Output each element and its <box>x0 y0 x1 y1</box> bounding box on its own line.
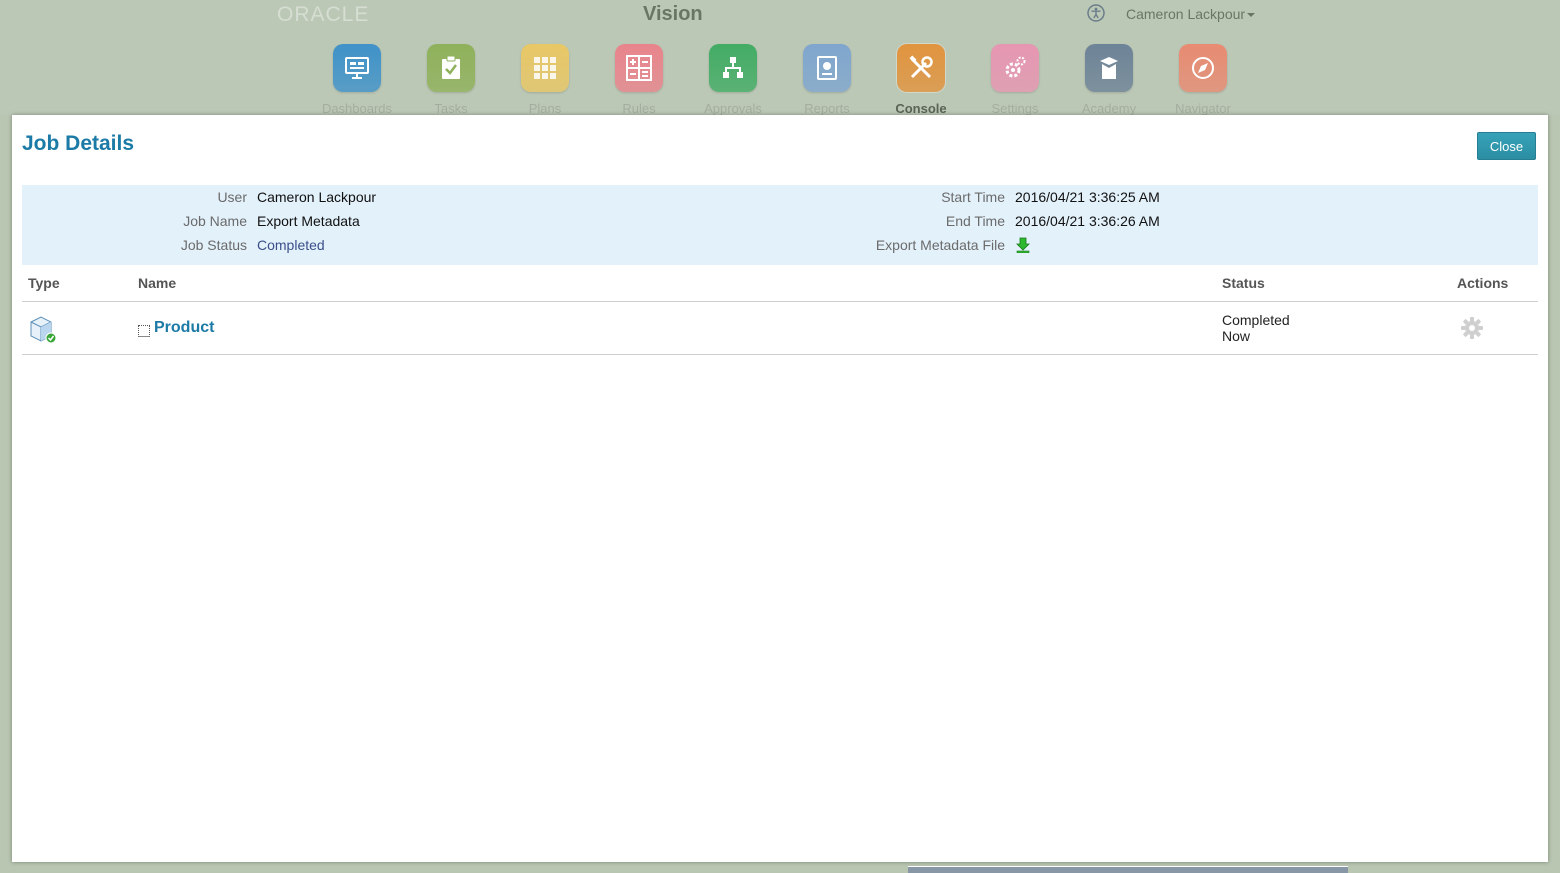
nav-label: Dashboards <box>321 101 393 116</box>
user-value: Cameron Lackpour <box>257 189 377 205</box>
accessibility-icon[interactable] <box>1087 4 1105 22</box>
close-button[interactable]: Close <box>1477 132 1536 160</box>
row-name-link[interactable]: Product <box>154 319 214 337</box>
column-header-actions: Actions <box>1457 275 1509 291</box>
row-status-text: Completed <box>1222 312 1290 328</box>
column-header-type[interactable]: Type <box>28 275 60 291</box>
start-time-label: Start Time <box>941 189 1005 205</box>
nav-item-settings[interactable]: Settings <box>968 44 1062 116</box>
rules-icon <box>615 44 663 92</box>
row-status-time: Now <box>1222 328 1251 344</box>
nav-item-rules[interactable]: Rules <box>592 44 686 116</box>
approvals-icon <box>709 44 757 92</box>
dashboards-icon <box>333 44 381 92</box>
nav-item-plans[interactable]: Plans <box>498 44 592 116</box>
tasks-icon <box>427 44 475 92</box>
start-time-value: 2016/04/21 3:36:25 AM <box>1015 189 1160 205</box>
nav-label: Rules <box>622 101 656 116</box>
nav-bar: Dashboards Tasks Plans Rules Approvals R… <box>310 44 1250 116</box>
nav-label: Tasks <box>434 101 468 116</box>
nav-label: Navigator <box>1175 101 1231 116</box>
grid-header: Type Name Status Actions <box>22 267 1538 302</box>
download-icon[interactable] <box>1015 237 1031 253</box>
column-header-status[interactable]: Status <box>1222 275 1265 291</box>
nav-label: Academy <box>1081 101 1137 116</box>
nav-item-navigator[interactable]: Navigator <box>1156 44 1250 116</box>
nav-item-dashboards[interactable]: Dashboards <box>310 44 404 116</box>
user-menu[interactable]: Cameron Lackpour <box>1126 6 1256 22</box>
nav-label: Approvals <box>704 101 762 116</box>
navigator-icon <box>1179 44 1227 92</box>
nav-item-approvals[interactable]: Approvals <box>686 44 780 116</box>
console-icon <box>897 44 945 92</box>
job-status-label: Job Status <box>180 237 247 253</box>
nav-label: Settings <box>991 101 1039 116</box>
job-name-value: Export Metadata <box>257 213 360 229</box>
nav-label: Console <box>895 101 947 116</box>
nav-item-reports[interactable]: Reports <box>780 44 874 116</box>
chevron-down-icon <box>1247 13 1256 18</box>
app-header: ORACLE Vision Cameron Lackpour Dashboard… <box>0 0 1560 116</box>
end-time-value: 2016/04/21 3:36:26 AM <box>1015 213 1160 229</box>
plans-icon <box>521 44 569 92</box>
end-time-label: End Time <box>945 213 1005 229</box>
user-name: Cameron Lackpour <box>1126 6 1246 22</box>
settings-icon <box>991 44 1039 92</box>
table-row[interactable]: Product Completed Now <box>22 302 1538 355</box>
nav-label: Reports <box>804 101 850 116</box>
dimension-cube-icon <box>30 316 57 344</box>
dialog-title: Job Details <box>22 132 135 155</box>
app-title: Vision <box>643 3 703 25</box>
job-name-label: Job Name <box>183 213 247 229</box>
academy-icon <box>1085 44 1133 92</box>
job-details-dialog: Job Details Close User Cameron Lackpour … <box>12 115 1548 862</box>
oracle-logo: ORACLE <box>277 3 370 26</box>
expand-toggle[interactable] <box>138 325 150 337</box>
job-status-value: Completed <box>257 237 325 253</box>
gear-icon[interactable] <box>1460 316 1484 340</box>
job-info-panel: User Cameron Lackpour Start Time 2016/04… <box>22 185 1538 265</box>
user-label: User <box>217 189 247 205</box>
nav-item-academy[interactable]: Academy <box>1062 44 1156 116</box>
column-header-name[interactable]: Name <box>138 275 176 291</box>
reports-icon <box>803 44 851 92</box>
row-status: Completed Now <box>1222 312 1290 344</box>
nav-item-tasks[interactable]: Tasks <box>404 44 498 116</box>
export-file-label: Export Metadata File <box>875 237 1005 253</box>
nav-item-console[interactable]: Console <box>874 44 968 116</box>
nav-label: Plans <box>528 101 562 116</box>
